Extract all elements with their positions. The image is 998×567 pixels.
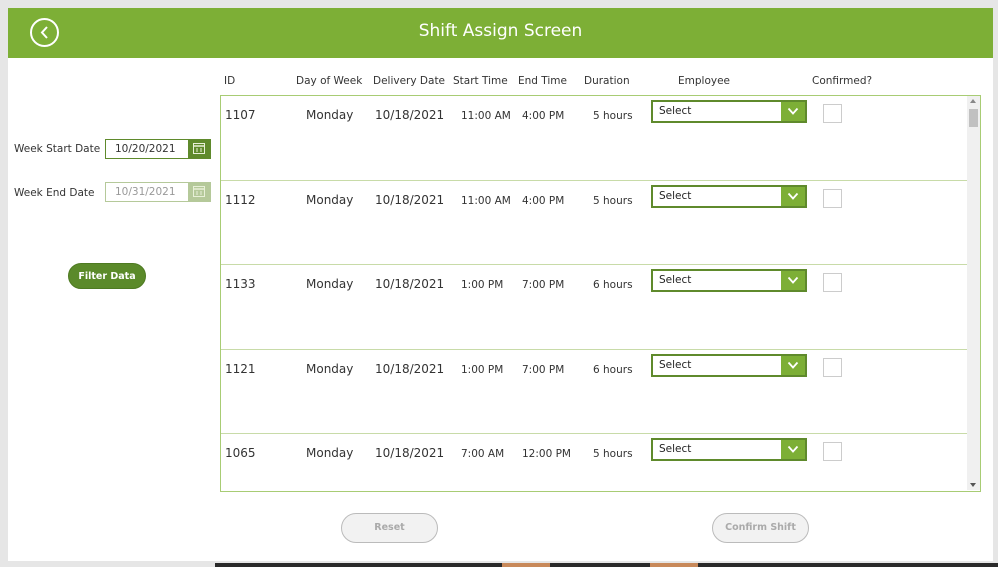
- taskbar-item[interactable]: [502, 563, 550, 567]
- shift-id: 1112: [225, 192, 256, 207]
- shift-end-time: 7:00 PM: [522, 363, 565, 376]
- shift-day: Monday: [306, 277, 354, 291]
- confirmed-checkbox[interactable]: [823, 188, 842, 208]
- calendar-icon: [193, 186, 205, 197]
- shift-end-time: 12:00 PM: [522, 448, 571, 460]
- shift-id: 1107: [225, 108, 256, 122]
- taskbar: [215, 563, 998, 567]
- shift-id: 1065: [225, 446, 256, 460]
- dropdown-toggle[interactable]: [781, 355, 805, 375]
- calendar-button[interactable]: [188, 140, 210, 158]
- shift-duration: 6 hours: [593, 363, 633, 376]
- scroll-down-arrow-icon[interactable]: [970, 483, 976, 487]
- chevron-down-icon: [787, 192, 799, 200]
- employee-dropdown[interactable]: Select: [651, 438, 807, 461]
- shift-duration: 5 hours: [593, 110, 633, 122]
- shift-delivery-date: 10/18/2021: [375, 108, 445, 122]
- column-header-id: ID: [224, 75, 236, 87]
- employee-dropdown-value: Select: [659, 443, 692, 455]
- shift-start-time: 11:00 AM: [461, 110, 511, 122]
- week-end-value: 10/31/2021: [115, 186, 176, 198]
- shift-row[interactable]: 1112 Monday 10/18/2021 11:00 AM 4:00 PM 5 hou…: [221, 181, 967, 265]
- shift-start-time: 1:00 PM: [461, 363, 504, 376]
- shift-duration: 5 hours: [593, 194, 633, 207]
- scrollbar-thumb[interactable]: [969, 109, 978, 127]
- vertical-scrollbar[interactable]: [967, 96, 980, 490]
- shift-end-time: 4:00 PM: [522, 110, 565, 122]
- week-start-label: Week Start Date: [14, 143, 101, 155]
- dropdown-toggle[interactable]: [781, 440, 805, 459]
- confirm-shift-button[interactable]: Confirm Shift: [712, 513, 809, 543]
- column-header-employee: Employee: [678, 75, 731, 87]
- shift-row[interactable]: 1065 Monday 10/18/2021 7:00 AM 12:00 PM 5 hou…: [221, 434, 967, 491]
- column-header-end-time: End Time: [518, 75, 567, 87]
- shift-delivery-date: 10/18/2021: [375, 361, 445, 376]
- shift-day: Monday: [306, 192, 354, 207]
- shift-start-time: 11:00 AM: [461, 194, 511, 207]
- confirmed-checkbox[interactable]: [823, 273, 842, 292]
- shift-duration: 6 hours: [593, 279, 633, 291]
- chevron-down-icon: [787, 361, 799, 369]
- chevron-down-icon: [787, 276, 799, 284]
- employee-dropdown[interactable]: Select: [651, 269, 807, 292]
- column-header-confirmed: Confirmed?: [812, 75, 873, 87]
- week-end-label: Week End Date: [14, 187, 95, 199]
- week-start-date-picker[interactable]: 10/20/2021: [105, 139, 211, 159]
- shift-delivery-date: 10/18/2021: [375, 277, 445, 291]
- app-window: Shift Assign Screen Week Start Date 10/2…: [8, 8, 993, 561]
- shift-row[interactable]: 1107 Monday 10/18/2021 11:00 AM 4:00 PM 5 hou…: [221, 96, 967, 181]
- filter-data-button[interactable]: Filter Data: [68, 263, 146, 289]
- employee-dropdown[interactable]: Select: [651, 184, 807, 208]
- shift-day: Monday: [306, 361, 354, 376]
- shift-id: 1121: [225, 361, 256, 376]
- scroll-up-arrow-icon[interactable]: [970, 99, 976, 103]
- confirmed-checkbox[interactable]: [823, 357, 842, 377]
- chevron-down-icon: [787, 107, 799, 115]
- shift-id: 1133: [225, 277, 256, 291]
- dropdown-toggle[interactable]: [781, 186, 805, 206]
- shift-gallery: 1107 Monday 10/18/2021 11:00 AM 4:00 PM 5 hou…: [220, 95, 981, 492]
- confirmed-checkbox[interactable]: [823, 442, 842, 461]
- column-header-start-time: Start Time: [453, 75, 508, 87]
- week-start-value: 10/20/2021: [115, 143, 176, 155]
- dropdown-toggle[interactable]: [781, 271, 805, 290]
- reset-button[interactable]: Reset: [341, 513, 438, 543]
- week-end-date-picker[interactable]: 10/31/2021: [105, 182, 211, 202]
- column-header-delivery-date: Delivery Date: [373, 75, 446, 87]
- shift-duration: 5 hours: [593, 448, 633, 460]
- employee-dropdown[interactable]: Select: [651, 353, 807, 377]
- column-header-duration: Duration: [584, 75, 630, 87]
- chevron-down-icon: [787, 445, 799, 453]
- page-title: Shift Assign Screen: [418, 21, 583, 41]
- shift-day: Monday: [306, 108, 354, 122]
- shift-day: Monday: [306, 446, 354, 460]
- employee-dropdown-value: Select: [659, 105, 692, 117]
- shift-delivery-date: 10/18/2021: [375, 192, 445, 207]
- employee-dropdown-value: Select: [659, 358, 692, 371]
- taskbar-item[interactable]: [650, 563, 698, 567]
- shift-end-time: 7:00 PM: [522, 279, 565, 291]
- column-header-day: Day of Week: [296, 75, 363, 87]
- calendar-button[interactable]: [188, 183, 210, 201]
- employee-dropdown-value: Select: [659, 189, 692, 202]
- shift-delivery-date: 10/18/2021: [375, 446, 445, 460]
- shift-row[interactable]: 1121 Monday 10/18/2021 1:00 PM 7:00 PM 6 hour…: [221, 350, 967, 434]
- employee-dropdown[interactable]: Select: [651, 100, 807, 123]
- shift-row[interactable]: 1133 Monday 10/18/2021 1:00 PM 7:00 PM 6 hour…: [221, 265, 967, 350]
- shift-end-time: 4:00 PM: [522, 194, 565, 207]
- confirmed-checkbox[interactable]: [823, 104, 842, 123]
- dropdown-toggle[interactable]: [781, 102, 805, 121]
- employee-dropdown-value: Select: [659, 274, 692, 286]
- header-bar: Shift Assign Screen: [8, 8, 993, 58]
- shift-start-time: 1:00 PM: [461, 279, 504, 291]
- calendar-icon: [193, 143, 205, 154]
- shift-start-time: 7:00 AM: [461, 448, 505, 460]
